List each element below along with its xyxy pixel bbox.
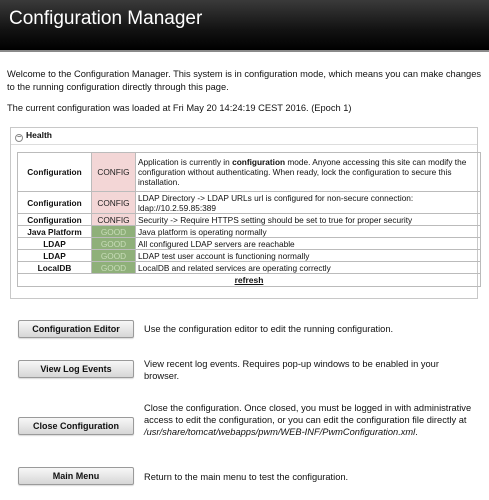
refresh-link[interactable]: refresh: [235, 275, 264, 285]
welcome-text: Welcome to the Configuration Manager. Th…: [7, 69, 482, 92]
table-row: Configuration CONFIG LDAP Directory -> L…: [17, 191, 481, 214]
table-row: LocalDB GOOD LocalDB and related service…: [17, 261, 481, 274]
main-menu-button[interactable]: Main Menu: [18, 467, 134, 485]
health-table: Configuration CONFIG Application is curr…: [17, 152, 481, 287]
view-log-events-description: View recent log events. Requires pop-up …: [144, 359, 439, 381]
health-description: LDAP Directory -> LDAP URLs url is confi…: [135, 191, 481, 214]
health-label: Configuration: [17, 152, 92, 192]
table-row: Configuration CONFIG Application is curr…: [17, 152, 481, 192]
status-badge: GOOD: [91, 261, 136, 274]
close-configuration-description: Close the configuration. Once closed, yo…: [144, 403, 472, 437]
health-label: Configuration: [17, 191, 92, 214]
health-label: LDAP: [17, 237, 92, 250]
health-panel: − Health Configuration CONFIG Application…: [10, 127, 481, 299]
health-description: Security -> Require HTTPS setting should…: [135, 213, 481, 226]
status-badge: GOOD: [91, 225, 136, 238]
app-header: Configuration Manager: [0, 0, 489, 52]
health-description: Java platform is operating normally: [135, 225, 481, 238]
view-log-events-button[interactable]: View Log Events: [18, 360, 134, 378]
health-divider: [11, 144, 477, 145]
table-row: LDAP GOOD All configured LDAP servers ar…: [17, 237, 481, 250]
table-row: Configuration CONFIG Security -> Require…: [17, 213, 481, 226]
page-title: Configuration Manager: [9, 8, 203, 29]
refresh-cell: refresh: [17, 273, 481, 287]
health-description: LDAP test user account is functioning no…: [135, 249, 481, 262]
configuration-editor-button[interactable]: Configuration Editor: [18, 320, 134, 338]
health-toggle[interactable]: − Health: [15, 130, 52, 142]
table-row: refresh: [17, 273, 481, 287]
status-badge: GOOD: [91, 237, 136, 250]
health-heading: Health: [26, 130, 52, 140]
health-label: Configuration: [17, 213, 92, 226]
main-menu-description: Return to the main menu to test the conf…: [144, 472, 349, 482]
health-label: LocalDB: [17, 261, 92, 274]
table-row: Java Platform GOOD Java platform is oper…: [17, 225, 481, 238]
health-description: LocalDB and related services are operati…: [135, 261, 481, 274]
status-badge: CONFIG: [91, 213, 136, 226]
health-label: LDAP: [17, 249, 92, 262]
collapse-toggle-icon: −: [15, 134, 23, 142]
health-label: Java Platform: [17, 225, 92, 238]
table-row: LDAP GOOD LDAP test user account is func…: [17, 249, 481, 262]
status-badge: CONFIG: [91, 191, 136, 214]
health-description: All configured LDAP servers are reachabl…: [135, 237, 481, 250]
status-badge: CONFIG: [91, 152, 136, 192]
configuration-editor-description: Use the configuration editor to edit the…: [144, 324, 394, 334]
health-description: Application is currently in configuratio…: [135, 152, 481, 192]
config-loaded-text: The current configuration was loaded at …: [7, 103, 352, 113]
close-configuration-button[interactable]: Close Configuration: [18, 417, 134, 435]
status-badge: GOOD: [91, 249, 136, 262]
